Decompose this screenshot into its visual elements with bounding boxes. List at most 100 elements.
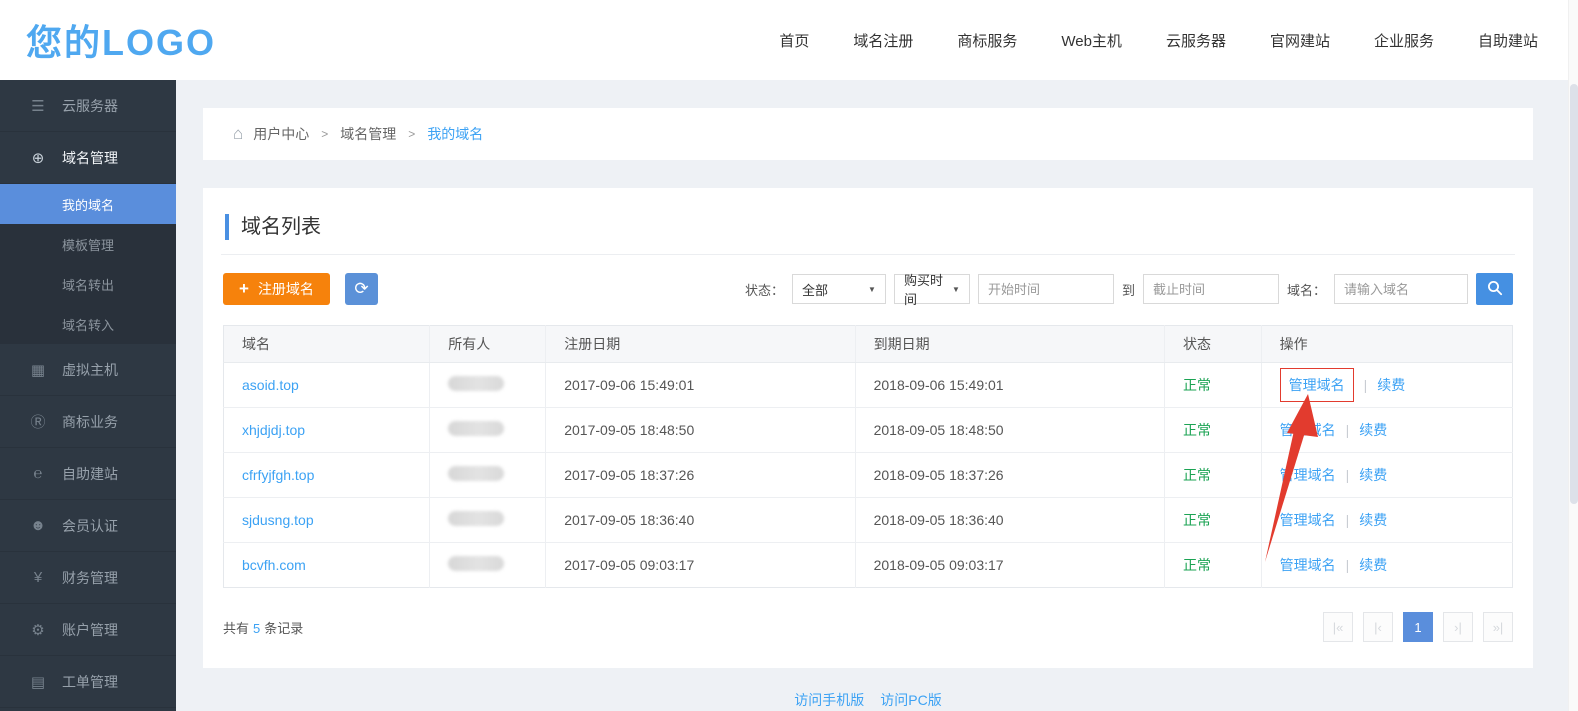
domain-link[interactable]: asoid.top: [242, 377, 299, 393]
sidebar-item[interactable]: ⚙ 账户管理: [0, 604, 176, 656]
main-content: ⌂ 用户中心 > 域名管理 > 我的域名 域名列表 + 注册域名 ⟳ 状态：: [176, 80, 1578, 711]
domain-link[interactable]: xhjdjdj.top: [242, 422, 305, 438]
title-divider: [221, 254, 1515, 255]
sidebar-submenu: 我的域名模板管理域名转出域名转入: [0, 184, 176, 344]
table-row: xhjdjdj.top2017-09-05 18:48:502018-09-05…: [224, 408, 1513, 453]
status-cell: 正常: [1164, 543, 1261, 588]
nav-item[interactable]: Web主机: [1061, 30, 1122, 51]
action-separator: |: [1364, 377, 1368, 393]
owner-cell: [430, 543, 546, 588]
status-cell: 正常: [1164, 363, 1261, 408]
domain-link[interactable]: cfrfyjfgh.top: [242, 467, 314, 483]
record-count: 共有5条记录: [223, 618, 303, 637]
register-domain-button[interactable]: + 注册域名: [223, 273, 330, 305]
status-badge: 正常: [1183, 557, 1211, 573]
gear-icon: ⚙: [28, 621, 48, 639]
nav-item[interactable]: 域名注册: [853, 30, 913, 51]
registered-date-cell: 2017-09-05 18:37:26: [546, 453, 855, 498]
actions-cell: 管理域名 | 续费: [1261, 363, 1512, 408]
table-row: cfrfyjfgh.top2017-09-05 18:37:262018-09-…: [224, 453, 1513, 498]
domain-search-input[interactable]: [1334, 274, 1468, 304]
owner-redacted: [448, 466, 504, 481]
current-page-button[interactable]: 1: [1403, 612, 1433, 642]
breadcrumb-domain-manage[interactable]: 域名管理: [340, 124, 396, 144]
record-count-number: 5: [253, 621, 260, 636]
nav-item[interactable]: 企业服务: [1374, 30, 1434, 51]
manage-domain-link[interactable]: 管理域名: [1280, 557, 1336, 573]
breadcrumb-user-center[interactable]: 用户中心: [253, 124, 309, 144]
sidebar-item[interactable]: ℮自助建站: [0, 448, 176, 500]
expire-date-cell: 2018-09-06 15:49:01: [855, 363, 1164, 408]
sidebar-item[interactable]: ¥财务管理: [0, 552, 176, 604]
domain-link[interactable]: sjdusng.top: [242, 512, 314, 528]
status-badge: 正常: [1183, 512, 1211, 528]
prev-page-button[interactable]: |‹: [1363, 612, 1393, 642]
sidebar-subitem[interactable]: 域名转入: [0, 304, 176, 344]
manage-domain-link[interactable]: 管理域名: [1280, 467, 1336, 483]
sidebar-subitem[interactable]: 模板管理: [0, 224, 176, 264]
sidebar-item[interactable]: ☻会员认证: [0, 500, 176, 552]
scrollbar-thumb[interactable]: [1570, 84, 1578, 504]
table-footer: 共有5条记录 |«|‹1›|»|: [223, 612, 1513, 642]
renew-link[interactable]: 续费: [1359, 512, 1387, 528]
breadcrumb-separator: >: [408, 127, 415, 141]
manage-domain-link[interactable]: 管理域名: [1280, 368, 1354, 402]
sidebar-item[interactable]: ▤工单管理: [0, 656, 176, 708]
home-icon: ⌂: [233, 124, 243, 144]
action-separator: |: [1346, 557, 1350, 573]
manage-domain-link[interactable]: 管理域名: [1280, 422, 1336, 438]
nav-item[interactable]: 官网建站: [1270, 30, 1330, 51]
time-type-select[interactable]: 购买时间 ▼: [894, 274, 970, 304]
owner-redacted: [448, 421, 504, 436]
virtual-host-icon: ▦: [28, 361, 48, 379]
status-cell: 正常: [1164, 408, 1261, 453]
register-domain-label: 注册域名: [258, 279, 314, 299]
renew-link[interactable]: 续费: [1377, 377, 1405, 393]
page-title: 域名列表: [225, 214, 1513, 240]
sidebar-item-label: 云服务器: [62, 96, 118, 116]
domain-link[interactable]: bcvfh.com: [242, 557, 306, 573]
page-scrollbar[interactable]: [1568, 0, 1578, 711]
registered-date-cell: 2017-09-05 09:03:17: [546, 543, 855, 588]
globe-icon: ⊕: [28, 149, 48, 167]
next-page-button[interactable]: ›|: [1443, 612, 1473, 642]
renew-link[interactable]: 续费: [1359, 557, 1387, 573]
owner-cell: [430, 408, 546, 453]
owner-redacted: [448, 511, 504, 526]
domain-cell: bcvfh.com: [224, 543, 430, 588]
refresh-button[interactable]: ⟳: [345, 273, 378, 305]
mobile-version-link[interactable]: 访问手机版: [794, 692, 864, 708]
first-page-button[interactable]: |«: [1323, 612, 1353, 642]
actions-cell: 管理域名 | 续费: [1261, 543, 1512, 588]
nav-item[interactable]: 自助建站: [1478, 30, 1538, 51]
search-button[interactable]: [1476, 273, 1513, 305]
status-select[interactable]: 全部 ▼: [792, 274, 886, 304]
chevron-down-icon: ▼: [952, 285, 960, 294]
owner-cell: [430, 498, 546, 543]
domain-cell: sjdusng.top: [224, 498, 430, 543]
sidebar-item[interactable]: ⊕域名管理: [0, 132, 176, 184]
pc-version-link[interactable]: 访问PC版: [880, 692, 941, 708]
expire-date-cell: 2018-09-05 18:48:50: [855, 408, 1164, 453]
sidebar-subitem[interactable]: 我的域名: [0, 184, 176, 224]
renew-link[interactable]: 续费: [1359, 467, 1387, 483]
last-page-button[interactable]: »|: [1483, 612, 1513, 642]
record-count-suffix: 条记录: [264, 621, 303, 636]
manage-domain-link[interactable]: 管理域名: [1280, 512, 1336, 528]
domain-list-card: 域名列表 + 注册域名 ⟳ 状态： 全部 ▼ 购买时间: [203, 188, 1533, 668]
breadcrumb-separator: >: [321, 127, 328, 141]
sidebar-item[interactable]: Ⓡ商标业务: [0, 396, 176, 448]
nav-item[interactable]: 商标服务: [957, 30, 1017, 51]
sidebar-item[interactable]: ☰云服务器: [0, 80, 176, 132]
sidebar-item[interactable]: ▦虚拟主机: [0, 344, 176, 396]
nav-item[interactable]: 云服务器: [1166, 30, 1226, 51]
sidebar-subitem[interactable]: 域名转出: [0, 264, 176, 304]
renew-link[interactable]: 续费: [1359, 422, 1387, 438]
end-date-input[interactable]: [1143, 274, 1279, 304]
registered-date-cell: 2017-09-05 18:36:40: [546, 498, 855, 543]
action-separator: |: [1346, 512, 1350, 528]
status-cell: 正常: [1164, 453, 1261, 498]
nav-item[interactable]: 首页: [779, 30, 809, 51]
sidebar-item-label: 账户管理: [62, 620, 118, 640]
start-date-input[interactable]: [978, 274, 1114, 304]
